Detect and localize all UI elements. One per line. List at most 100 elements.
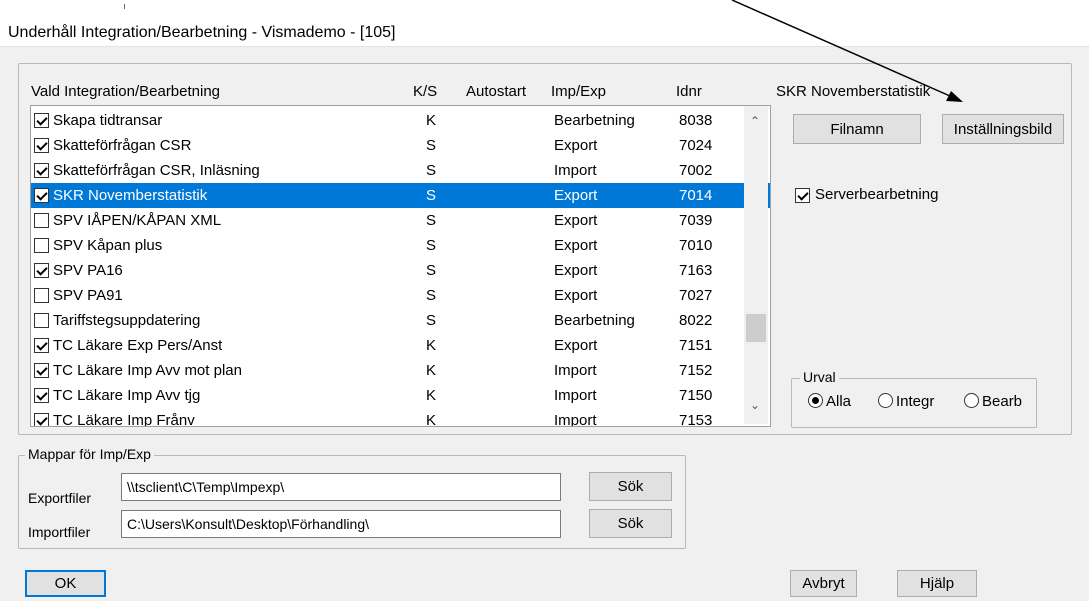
row-idnr: 7014 [679, 187, 713, 204]
row-name: SPV Kåpan plus [53, 237, 163, 254]
row-idnr: 7151 [679, 337, 713, 354]
export-path-field[interactable]: \\tsclient\C\Temp\Impexp\ [121, 473, 561, 501]
checkbox-icon[interactable] [795, 188, 810, 203]
row-impexp: Export [554, 137, 598, 154]
column-header-impexp: Imp/Exp [551, 83, 607, 100]
row-checkbox[interactable] [34, 388, 49, 403]
row-ks: S [426, 262, 437, 279]
row-ks: K [426, 412, 437, 427]
row-ks: S [426, 137, 437, 154]
row-ks: S [426, 287, 437, 304]
row-ks: S [426, 212, 437, 229]
row-idnr: 7153 [679, 412, 713, 427]
row-ks: K [426, 362, 437, 379]
row-idnr: 8038 [679, 112, 713, 129]
row-idnr: 8022 [679, 312, 713, 329]
filnamn-button[interactable]: Filnamn [793, 114, 921, 144]
row-ks: K [426, 387, 437, 404]
column-header-autostart: Autostart [466, 83, 527, 100]
export-label: Exportfiler [28, 490, 92, 506]
row-impexp: Import [554, 162, 597, 179]
row-checkbox[interactable] [34, 238, 49, 253]
row-name: Tariffstegsuppdatering [53, 312, 201, 329]
row-name: SKR Novemberstatistik [53, 187, 208, 204]
row-name: Skatteförfrågan CSR [53, 137, 192, 154]
import-path-field[interactable]: C:\Users\Konsult\Desktop\Förhandling\ [121, 510, 561, 538]
radio-alla[interactable]: Alla [808, 393, 851, 410]
row-checkbox[interactable] [34, 288, 49, 303]
row-checkbox[interactable] [34, 188, 49, 203]
list-row[interactable]: Skapa tidtransar K Bearbetning 8038 [31, 108, 770, 133]
row-name: TC Läkare Exp Pers/Anst [53, 337, 223, 354]
import-search-button[interactable]: Sök [589, 509, 672, 538]
list-row[interactable]: SPV PA91 S Export 7027 [31, 283, 770, 308]
serverbearbetning-label: Serverbearbetning [815, 186, 939, 203]
help-button[interactable]: Hjälp [897, 570, 977, 597]
row-impexp: Export [554, 212, 598, 229]
row-idnr: 7163 [679, 262, 713, 279]
export-search-button[interactable]: Sök [589, 472, 672, 501]
serverbearbetning-checkbox[interactable]: Serverbearbetning [790, 186, 938, 204]
row-checkbox[interactable] [34, 313, 49, 328]
list-scrollbar[interactable]: ⌃ ⌄ [744, 106, 768, 424]
dialog-window: Underhåll Integration/Bearbetning - Vism… [0, 0, 1089, 601]
import-label: Importfiler [28, 524, 91, 540]
list-row[interactable]: TC Läkare Exp Pers/Anst K Export 7151 [31, 333, 770, 358]
list-row[interactable]: TC Läkare Imp Frånv K Import 7153 [31, 408, 770, 427]
list-row[interactable]: TC Läkare Imp Avv tjg K Import 7150 [31, 383, 770, 408]
row-impexp: Bearbetning [554, 312, 635, 329]
ok-button[interactable]: OK [25, 570, 106, 597]
row-name: TC Läkare Imp Frånv [53, 412, 195, 427]
radio-icon[interactable] [808, 393, 823, 408]
selected-integration-title: SKR Novemberstatistik [776, 83, 931, 100]
row-checkbox[interactable] [34, 113, 49, 128]
radio-integr[interactable]: Integr [878, 393, 934, 410]
radio-bearb-label: Bearb [982, 393, 1023, 410]
row-checkbox[interactable] [34, 413, 49, 426]
row-ks: S [426, 187, 437, 204]
row-checkbox[interactable] [34, 163, 49, 178]
scroll-down-icon[interactable]: ⌄ [750, 398, 760, 412]
row-checkbox[interactable] [34, 338, 49, 353]
list-row[interactable]: TC Läkare Imp Avv mot plan K Import 7152 [31, 358, 770, 383]
list-row[interactable]: SPV PA16 S Export 7163 [31, 258, 770, 283]
urval-legend: Urval [800, 369, 839, 385]
scroll-up-icon[interactable]: ⌃ [750, 114, 760, 128]
window-title: Underhåll Integration/Bearbetning - Vism… [8, 24, 396, 41]
row-checkbox[interactable] [34, 213, 49, 228]
radio-alla-label: Alla [826, 393, 852, 410]
row-checkbox[interactable] [34, 363, 49, 378]
row-checkbox[interactable] [34, 138, 49, 153]
row-idnr: 7027 [679, 287, 713, 304]
row-idnr: 7150 [679, 387, 713, 404]
row-checkbox[interactable] [34, 263, 49, 278]
urval-group: Urval Alla Integr Bearb [791, 369, 1037, 428]
cancel-button[interactable]: Avbryt [790, 570, 857, 597]
integration-list[interactable]: Skapa tidtransar K Bearbetning 8038 Skattefö… [30, 105, 771, 427]
row-impexp: Export [554, 262, 598, 279]
list-row[interactable]: Tariffstegsuppdatering S Bearbetning 8022 [31, 308, 770, 333]
row-name: Skatteförfrågan CSR, Inläsning [53, 162, 260, 179]
list-row[interactable]: SKR Novemberstatistik S Export 7014 [31, 183, 770, 208]
list-row[interactable]: SPV IÅPEN/KÅPAN XML S Export 7039 [31, 208, 770, 233]
radio-icon[interactable] [964, 393, 979, 408]
installningsbild-button[interactable]: Inställningsbild [942, 114, 1064, 144]
row-impexp: Export [554, 287, 598, 304]
title-bar-mark [124, 4, 125, 9]
list-row[interactable]: Skatteförfrågan CSR S Export 7024 [31, 133, 770, 158]
row-impexp: Bearbetning [554, 112, 635, 129]
list-row[interactable]: SPV Kåpan plus S Export 7010 [31, 233, 770, 258]
radio-icon[interactable] [878, 393, 893, 408]
row-name: Skapa tidtransar [53, 112, 163, 129]
row-idnr: 7010 [679, 237, 713, 254]
list-row[interactable]: Skatteförfrågan CSR, Inläsning S Import 700… [31, 158, 770, 183]
radio-bearb[interactable]: Bearb [964, 393, 1022, 410]
row-idnr: 7039 [679, 212, 713, 229]
folders-legend: Mappar för Imp/Exp [25, 446, 154, 462]
row-ks: S [426, 312, 437, 329]
row-impexp: Import [554, 362, 597, 379]
column-header-ks: K/S [413, 83, 438, 100]
scroll-thumb[interactable] [746, 314, 766, 342]
row-name: SPV IÅPEN/KÅPAN XML [53, 212, 222, 229]
row-impexp: Import [554, 387, 597, 404]
